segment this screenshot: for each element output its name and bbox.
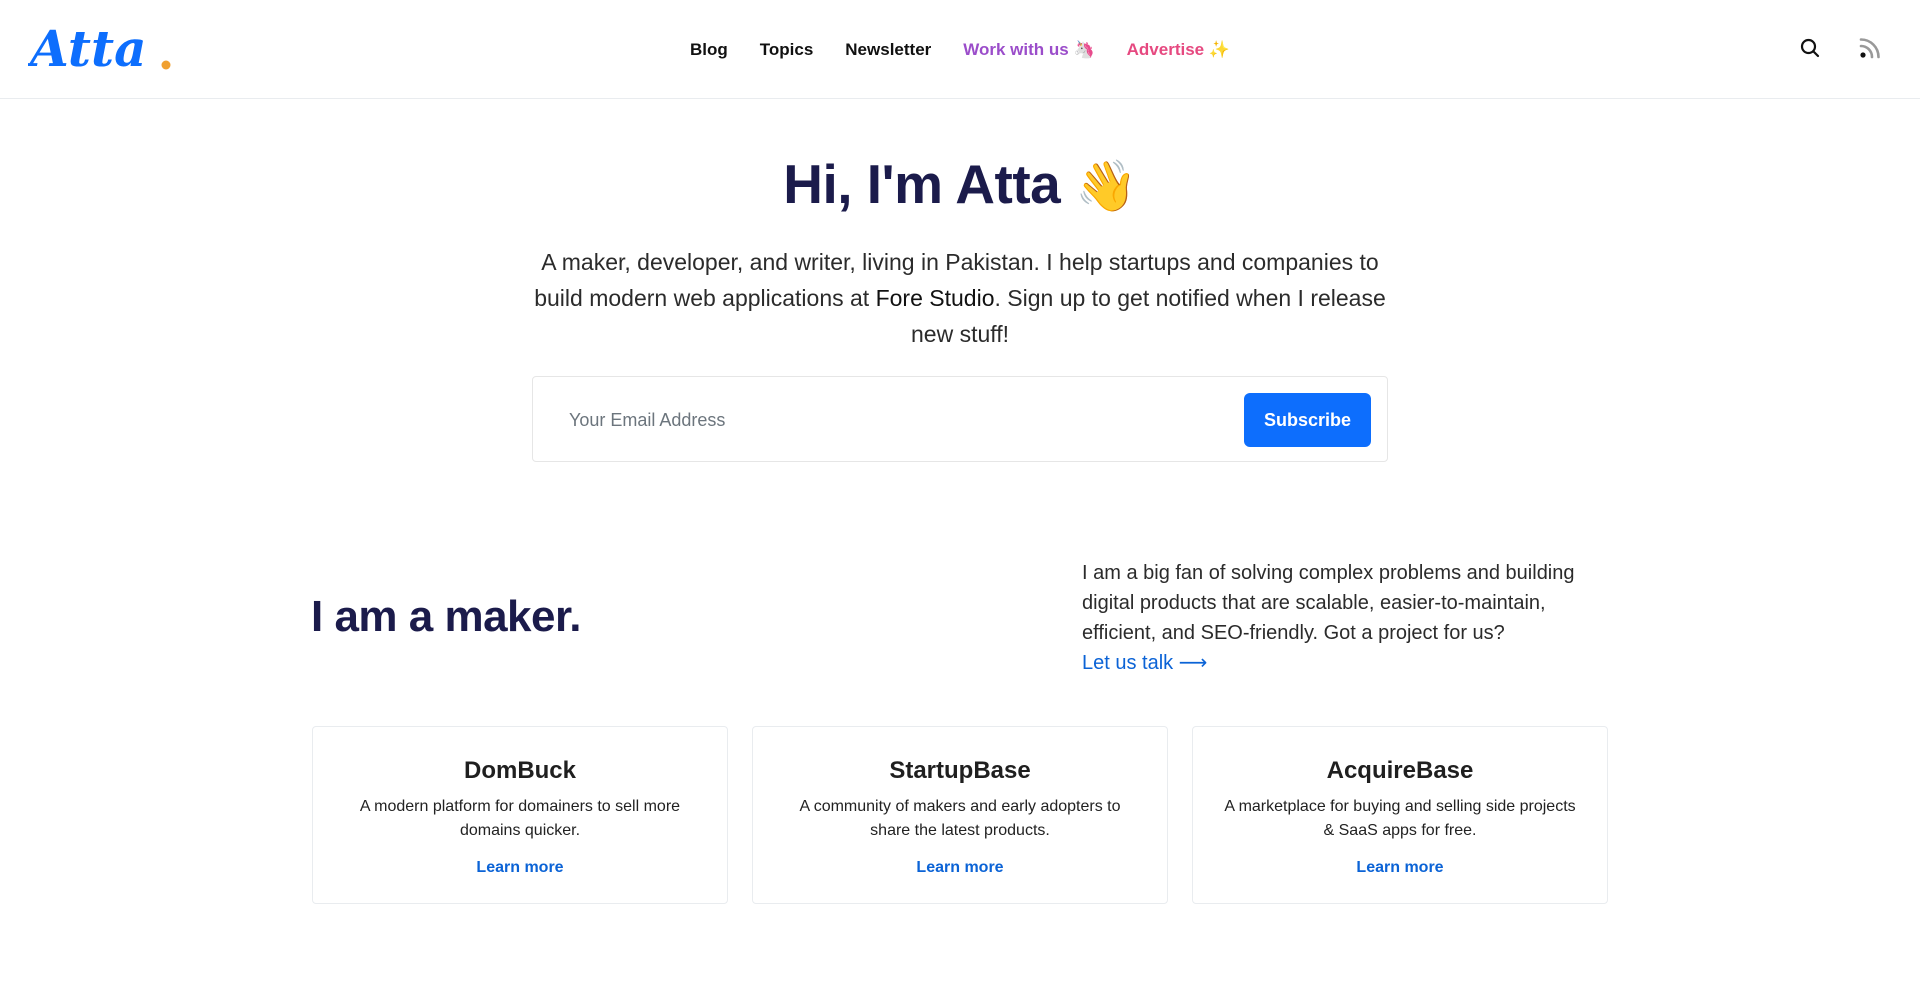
project-description: A community of makers and early adopters… [799,798,1121,839]
subscribe-form: Subscribe [532,376,1388,462]
header-actions [1798,36,1882,60]
subscribe-button[interactable]: Subscribe [1244,393,1371,447]
hero-title: Hi, I'm Atta 👋 [0,152,1920,216]
email-input[interactable] [569,403,1169,437]
waving-hand-icon: 👋 [1075,158,1137,214]
project-title: AcquireBase [1326,757,1474,784]
learn-more-link[interactable]: Learn more [1356,859,1443,877]
main-nav: Blog Topics Newsletter Work with us 🦄 Ad… [0,0,1920,99]
nav-topics[interactable]: Topics [760,40,814,60]
nav-newsletter[interactable]: Newsletter [845,40,931,60]
project-card-startupbase: StartupBase A community of makers and ea… [752,726,1168,904]
project-description: A marketplace for buying and selling sid… [1224,798,1576,839]
search-icon[interactable] [1798,36,1822,60]
project-card-acquirebase: AcquireBase A marketplace for buying and… [1192,726,1608,904]
project-title: StartupBase [889,757,1031,784]
learn-more-link[interactable]: Learn more [476,859,563,877]
project-card-dombuck: DomBuck A modern platform for domainers … [312,726,728,904]
hero-description: A maker, developer, and writer, living i… [520,244,1400,352]
nav-work-with-us[interactable]: Work with us 🦄 [963,40,1094,60]
project-cards: DomBuck A modern platform for domainers … [312,726,1608,904]
fore-studio-link[interactable]: Fore Studio [876,285,995,311]
learn-more-link[interactable]: Learn more [916,859,1003,877]
project-description: A modern platform for domainers to sell … [359,798,681,839]
let-us-talk-link[interactable]: Let us talk ⟶ [1082,648,1207,678]
maker-intro: I am a big fan of solving complex proble… [1082,558,1602,678]
rss-icon[interactable] [1858,36,1882,60]
maker-heading: I am a maker. [311,592,581,641]
project-title: DomBuck [463,757,577,784]
hero-title-text: Hi, I'm Atta [783,153,1061,215]
nav-blog[interactable]: Blog [690,40,728,60]
maker-intro-text: I am a big fan of solving complex proble… [1082,562,1575,644]
site-header: Atta Blog Topics Newsletter Work with us… [0,0,1920,99]
nav-advertise[interactable]: Advertise ✨ [1127,40,1230,60]
